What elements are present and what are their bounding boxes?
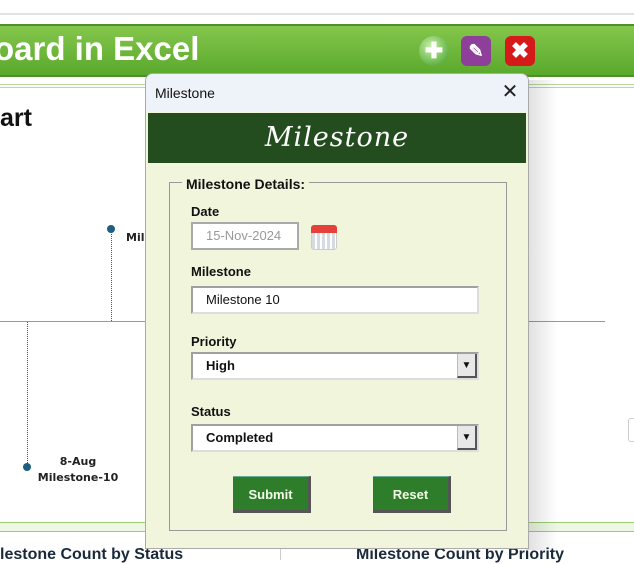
status-value: Completed (206, 430, 274, 445)
milestone-name: Milestone-10 (37, 471, 119, 484)
dialog-window-title: Milestone (155, 85, 215, 101)
priority-value: High (206, 358, 235, 373)
milestone-label: 8-Aug Milestone-10 (36, 454, 120, 486)
milestone-marker (107, 225, 115, 233)
close-icon[interactable]: ✖ (505, 36, 535, 66)
milestone-dialog: Milestone ✕ Milestone Milestone Details:… (145, 73, 529, 549)
reset-button[interactable]: Reset (373, 476, 451, 513)
date-label: Date (191, 204, 220, 219)
submit-button[interactable]: Submit (233, 476, 311, 513)
date-field[interactable]: 15-Nov-2024 (191, 222, 299, 250)
milestone-field[interactable]: Milestone 10 (191, 286, 479, 314)
milestone-marker (23, 463, 31, 471)
dialog-header: Milestone (148, 113, 526, 163)
dialog-close-button[interactable]: ✕ (498, 80, 522, 104)
calendar-icon[interactable] (311, 225, 337, 250)
priority-select[interactable]: High ▼ (191, 352, 479, 380)
add-icon[interactable]: ✚ (419, 36, 449, 66)
chart-title: art (0, 104, 32, 132)
chevron-down-icon[interactable]: ▼ (457, 426, 477, 450)
milestone-stem (27, 322, 28, 467)
milestone-stem (111, 229, 112, 321)
group-label: Milestone Details: (182, 176, 310, 192)
status-label: Status (191, 404, 231, 419)
milestone-label: Mil (126, 231, 145, 244)
chevron-down-icon[interactable]: ▼ (457, 354, 477, 378)
status-select[interactable]: Completed ▼ (191, 424, 479, 452)
edit-icon[interactable]: ✎ (461, 36, 491, 66)
milestone-label: Milestone (191, 264, 251, 279)
top-divider (0, 13, 634, 15)
priority-label: Priority (191, 334, 237, 349)
scroll-handle[interactable] (628, 418, 634, 442)
dashboard-title: oard in Excel (0, 30, 200, 67)
milestone-date: 8-Aug (59, 455, 97, 468)
dialog-shadow (528, 80, 558, 550)
